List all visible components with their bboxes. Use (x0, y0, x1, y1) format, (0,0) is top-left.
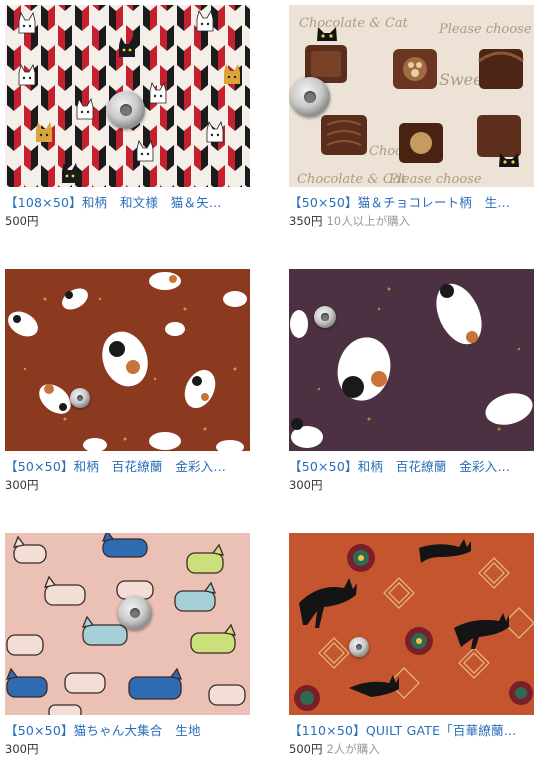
magnet-weight (70, 388, 90, 408)
product-meta: 500円 2人が購入 (289, 742, 534, 757)
magnet-weight (290, 77, 330, 117)
product-title[interactable]: 【50×50】猫ちゃん大集合 生地 (5, 723, 250, 739)
fabric-text: Please choose (438, 22, 532, 37)
product-meta: 300円 (5, 742, 250, 757)
fabric-text: Chocolate & Cat (299, 16, 409, 31)
magnet-weight (314, 306, 336, 328)
product-card[interactable]: 【110×50】QUILT GATE「百華繚蘭… 500円 2人が購入 (289, 533, 534, 757)
product-meta: 300円 (289, 478, 534, 493)
product-price: 350円 (289, 214, 323, 228)
product-title[interactable]: 【50×50】猫＆チョコレート柄 生… (289, 195, 534, 211)
product-card[interactable]: 【108×50】和柄 和文様 猫＆矢… 500円 (5, 5, 250, 229)
magnet-weight (118, 596, 152, 630)
product-card[interactable]: Chocolate & Cat Please choose Sweet Choc… (289, 5, 534, 229)
product-card[interactable]: 【50×50】和柄 百花繚蘭 金彩入… 300円 (289, 269, 534, 493)
cat-parade-pink-fabric-image[interactable] (5, 533, 250, 715)
product-title[interactable]: 【108×50】和柄 和文様 猫＆矢… (5, 195, 250, 211)
product-meta: 500円 (5, 214, 250, 229)
product-card[interactable]: 【50×50】和柄 百花繚蘭 金彩入… 300円 (5, 269, 250, 493)
product-price: 300円 (5, 478, 39, 492)
calico-cat-brown-fabric-image[interactable] (5, 269, 250, 451)
product-title[interactable]: 【110×50】QUILT GATE「百華繚蘭… (289, 723, 534, 739)
product-meta: 350円 10人以上が購入 (289, 214, 534, 229)
black-cat-orange-fabric-image[interactable] (289, 533, 534, 715)
product-title[interactable]: 【50×50】和柄 百花繚蘭 金彩入… (5, 459, 250, 475)
product-price: 300円 (289, 478, 323, 492)
calico-cat-purple-fabric-image[interactable] (289, 269, 534, 451)
product-price: 500円 (289, 742, 323, 756)
product-card[interactable]: 【50×50】猫ちゃん大集合 生地 300円 (5, 533, 250, 757)
purchase-count: 10人以上が購入 (326, 214, 411, 228)
cat-chocolate-fabric-image[interactable]: Chocolate & Cat Please choose Sweet Choc… (289, 5, 534, 187)
cat-arrow-feather-fabric-image[interactable] (5, 5, 250, 187)
fabric-text: Please choose (388, 172, 482, 187)
magnet-weight (107, 91, 145, 129)
product-meta: 300円 (5, 478, 250, 493)
product-price: 500円 (5, 214, 39, 228)
product-title[interactable]: 【50×50】和柄 百花繚蘭 金彩入… (289, 459, 534, 475)
purchase-count: 2人が購入 (326, 742, 380, 756)
product-price: 300円 (5, 742, 39, 756)
magnet-weight (349, 637, 369, 657)
